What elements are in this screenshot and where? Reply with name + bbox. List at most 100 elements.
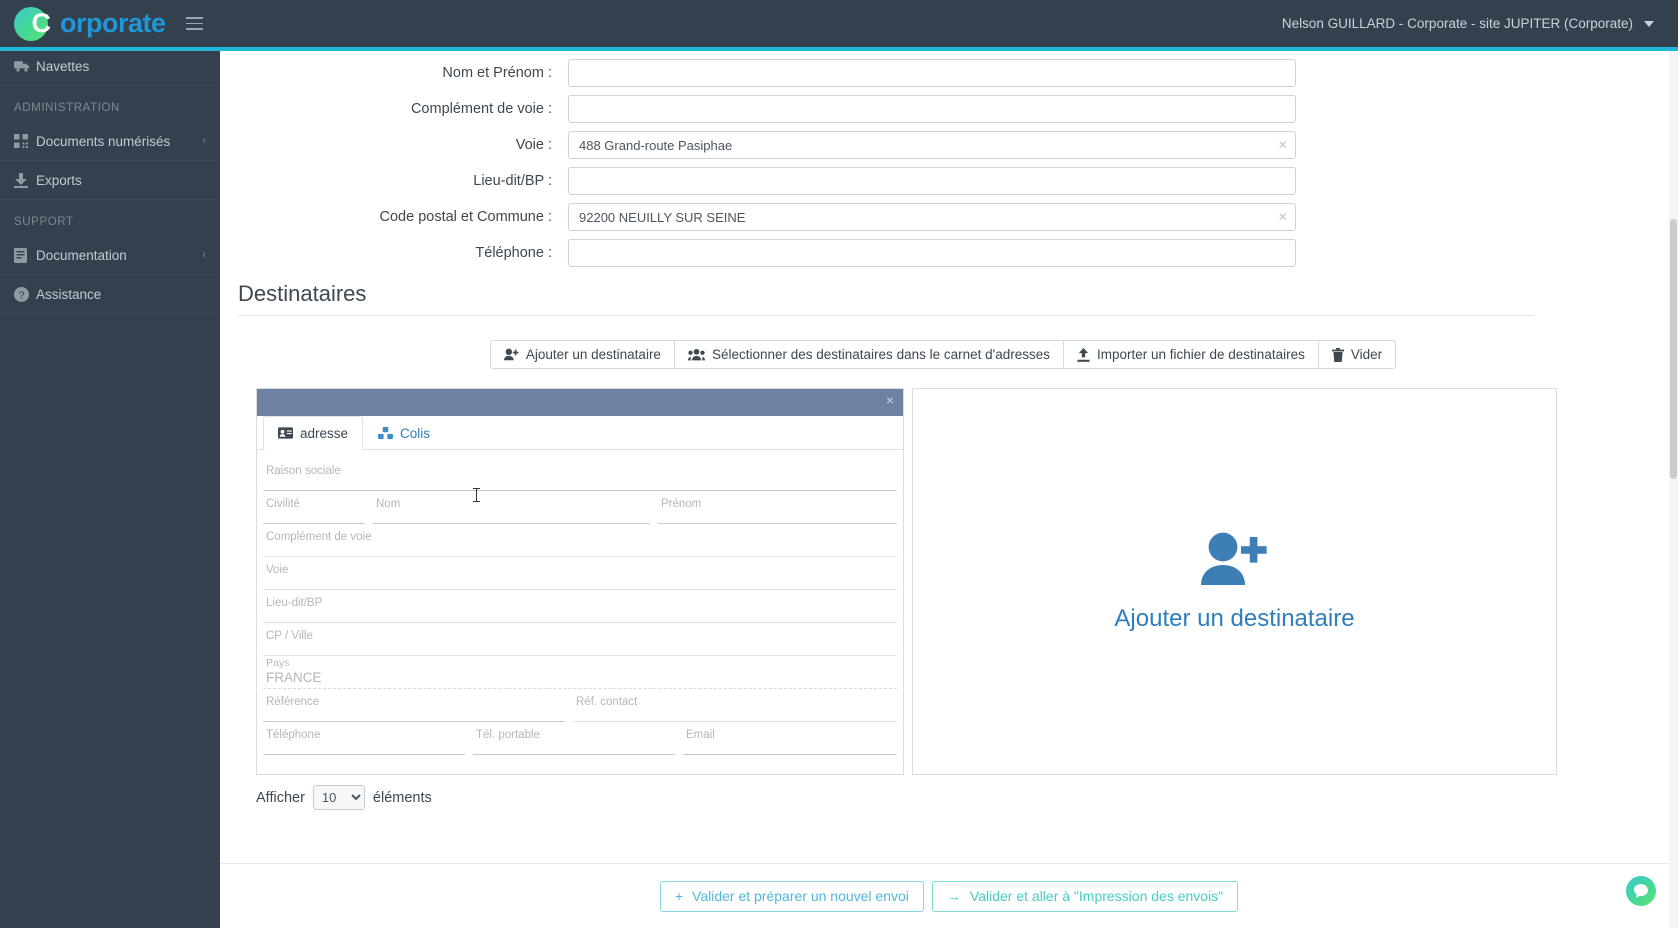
button-label: Vider <box>1350 347 1383 362</box>
field-group: Référence Réf. contact <box>263 689 897 722</box>
code-postal-commune-input[interactable] <box>568 203 1296 231</box>
pays-field[interactable]: Pays FRANCE <box>263 656 897 689</box>
field-label: Voie : <box>515 137 552 153</box>
sidebar-item-navettes[interactable]: Navettes <box>0 47 220 86</box>
nom-prenom-input[interactable] <box>568 59 1296 87</box>
sidebar-heading-administration: ADMINISTRATION <box>14 102 120 114</box>
sidebar-heading-support: SUPPORT <box>14 216 74 228</box>
field-placeholder: CP / Ville <box>266 630 313 642</box>
section-divider <box>238 315 1534 316</box>
recipient-card: × adresse Colis Raison sociale Civilité … <box>256 388 904 775</box>
button-label: Valider et préparer un nouvel envoi <box>692 888 909 904</box>
chevron-left-icon: ‹ <box>202 249 206 261</box>
clear-voie-icon[interactable]: × <box>1278 138 1287 153</box>
field-group: Complément de voie <box>263 524 897 557</box>
sidebar-item-label: Exports <box>36 172 82 188</box>
raison-sociale-field[interactable]: Raison sociale <box>263 458 897 491</box>
sidebar-item-label: Navettes <box>36 58 90 74</box>
button-label: Sélectionner des destinataires dans le c… <box>711 347 1050 362</box>
brand-logo[interactable]: orporate <box>0 0 220 47</box>
form-row: Voie : × <box>238 131 1648 159</box>
app-root: orporate Nelson GUILLARD - Corporate - s… <box>0 0 1678 928</box>
tab-adresse[interactable]: adresse <box>263 416 364 450</box>
page-size-select[interactable]: 102550100 <box>312 785 365 810</box>
cp-ville-field[interactable]: CP / Ville <box>263 623 897 656</box>
brand-name: orporate <box>60 8 166 38</box>
field-label: Code postal et Commune : <box>379 209 552 225</box>
top-bar: orporate Nelson GUILLARD - Corporate - s… <box>0 0 1678 47</box>
add-recipient-panel[interactable]: Ajouter un destinataire <box>912 388 1557 775</box>
footer-actions: + Valider et préparer un nouvel envoi → … <box>220 863 1678 928</box>
field-placeholder: Civilité <box>266 498 300 510</box>
button-label: Importer un fichier de destinataires <box>1096 347 1305 362</box>
hamburger-icon[interactable] <box>185 17 203 30</box>
add-recipient-button[interactable]: Ajouter un destinataire <box>489 340 675 369</box>
chevron-down-icon <box>1644 20 1654 27</box>
reference-field[interactable]: Référence <box>263 689 573 722</box>
field-value: FRANCE <box>266 670 322 685</box>
vertical-scrollbar[interactable] <box>1669 51 1678 928</box>
trash-icon <box>1331 347 1344 362</box>
ref-contact-field[interactable]: Réf. contact <box>573 689 897 722</box>
form-row: Lieu-dit/BP : <box>238 167 1648 195</box>
telephone-input[interactable] <box>568 239 1296 267</box>
voie-field[interactable]: Voie <box>263 557 897 590</box>
validate-and-prepare-new-button[interactable]: + Valider et préparer un nouvel envoi <box>659 880 924 912</box>
field-placeholder: Référence <box>266 696 320 708</box>
clear-recipients-button[interactable]: Vider <box>1317 340 1397 369</box>
qr-icon <box>14 134 36 148</box>
download-icon <box>14 172 36 188</box>
telephone-field[interactable]: Téléphone <box>263 722 473 755</box>
help-circle-icon: ? <box>14 286 36 302</box>
field-group: CP / Ville <box>263 623 897 656</box>
page-title: Destinataires <box>238 281 367 306</box>
sidebar-item-documents-numerises[interactable]: Documents numérisés ‹ <box>0 122 220 161</box>
user-menu[interactable]: Nelson GUILLARD - Corporate - site JUPIT… <box>1282 16 1678 31</box>
nom-field[interactable]: Nom <box>373 491 658 524</box>
field-placeholder: Voie <box>266 564 289 576</box>
chat-bubble-icon[interactable] <box>1626 876 1656 906</box>
lieu-dit-bp-field[interactable]: Lieu-dit/BP <box>263 590 897 623</box>
tab-colis[interactable]: Colis <box>363 416 445 450</box>
add-recipient-label: Ajouter un destinataire <box>1114 604 1355 632</box>
lieu-dit-bp-input[interactable] <box>568 167 1296 195</box>
email-field[interactable]: Email <box>683 722 897 755</box>
field-placeholder: Complément de voie <box>266 531 372 543</box>
validate-and-go-to-print-button[interactable]: → Valider et aller à "Impression des env… <box>931 880 1239 912</box>
complement-voie-input[interactable] <box>568 95 1296 123</box>
civilite-field[interactable]: Civilité <box>263 491 373 524</box>
recipient-card-tabs: adresse Colis <box>257 416 903 450</box>
scrollbar-thumb[interactable] <box>1670 219 1677 479</box>
select-from-addressbook-button[interactable]: Sélectionner des destinataires dans le c… <box>673 340 1064 369</box>
import-recipients-file-button[interactable]: Importer un fichier de destinataires <box>1062 340 1319 369</box>
complement-voie-field[interactable]: Complément de voie <box>263 524 897 557</box>
accent-strip <box>0 47 1678 51</box>
field-placeholder: Lieu-dit/BP <box>266 597 323 609</box>
sidebar-item-exports[interactable]: Exports <box>0 161 220 200</box>
field-placeholder: Raison sociale <box>266 465 341 477</box>
prenom-field[interactable]: Prénom <box>658 491 897 524</box>
close-icon[interactable]: × <box>886 393 894 407</box>
form-row: Téléphone : <box>238 239 1648 267</box>
recipient-fields: Raison sociale Civilité Nom Prénom Compl… <box>257 450 903 755</box>
tel-portable-field[interactable]: Tél. portable <box>473 722 683 755</box>
text-cursor <box>473 488 480 502</box>
field-group: Pays FRANCE <box>263 656 897 689</box>
voie-input[interactable] <box>568 131 1296 159</box>
field-placeholder: Tél. portable <box>476 729 540 741</box>
logo-mark-icon <box>14 6 48 41</box>
chevron-left-icon: ‹ <box>202 135 206 147</box>
recipients-toolbar: Ajouter un destinataire Sélectionner des… <box>238 340 1648 369</box>
tab-label: Colis <box>400 426 431 441</box>
pager-row: Afficher 102550100 éléments <box>238 785 1648 810</box>
field-group: Lieu-dit/BP <box>263 590 897 623</box>
recipients-panels: × adresse Colis Raison sociale Civilité … <box>238 388 1648 775</box>
field-group: Raison sociale <box>263 458 897 491</box>
field-group: Voie <box>263 557 897 590</box>
svg-text:?: ? <box>19 290 25 301</box>
sidebar-item-documentation[interactable]: Documentation ‹ <box>0 236 220 275</box>
sidebar-item-assistance[interactable]: ? Assistance <box>0 275 220 314</box>
user-plus-icon <box>1200 531 1270 587</box>
arrow-right-icon: → <box>946 888 961 904</box>
clear-code-postal-icon[interactable]: × <box>1278 210 1287 225</box>
